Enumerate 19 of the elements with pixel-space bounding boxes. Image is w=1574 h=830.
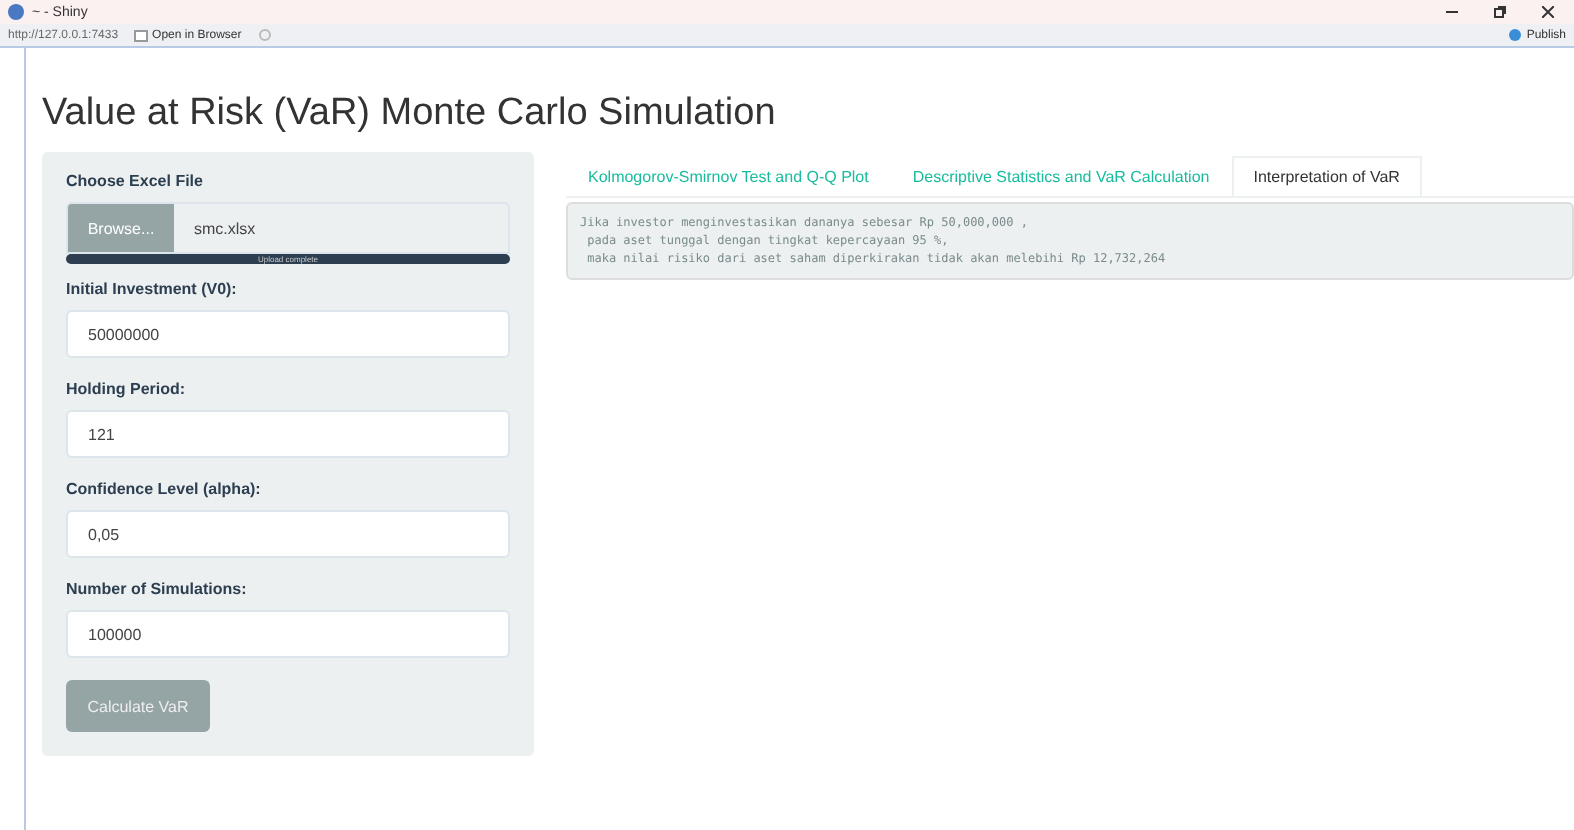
- input-field[interactable]: 0,05: [66, 510, 510, 558]
- app-icon: [8, 4, 24, 20]
- file-name-text: smc.xlsx: [194, 219, 256, 237]
- input-field[interactable]: 121: [66, 410, 510, 458]
- minimize-icon[interactable]: [1446, 6, 1458, 18]
- tab[interactable]: Interpretation of VaR: [1231, 156, 1422, 196]
- restore-icon[interactable]: [1494, 6, 1506, 18]
- publish-icon: [1508, 28, 1523, 42]
- field-label: Holding Period:: [66, 380, 188, 398]
- window-icon: [134, 29, 149, 41]
- file-field[interactable]: Browse... smc.xlsx: [66, 202, 510, 254]
- field-label: Confidence Level (alpha):: [66, 480, 263, 498]
- field-label: Number of Simulations:: [66, 580, 249, 598]
- close-icon[interactable]: [1542, 6, 1554, 18]
- input-field[interactable]: 100000: [66, 610, 510, 658]
- field-label: Choose Excel File: [66, 172, 205, 190]
- input-field[interactable]: 50000000: [66, 310, 510, 358]
- page-title: Value at Risk (VaR) Monte Carlo Simulation: [42, 92, 778, 136]
- field-label: Initial Investment (V0):: [66, 280, 239, 298]
